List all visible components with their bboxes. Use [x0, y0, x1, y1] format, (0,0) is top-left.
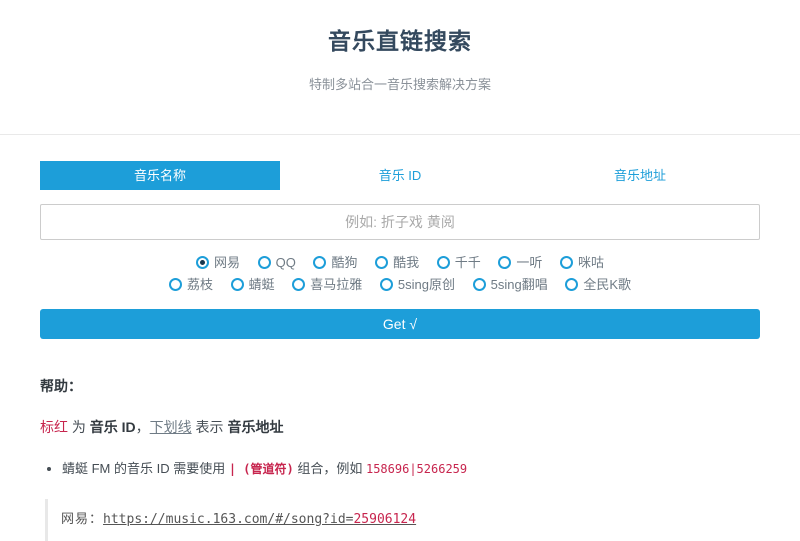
site-label: 网易：: [61, 511, 103, 526]
example-url[interactable]: https://music.163.com/#/song?id=25906124: [103, 512, 416, 527]
radio-label: 千千: [455, 255, 481, 270]
source-radio-kuwo[interactable]: 酷我: [375, 252, 419, 274]
source-radio-ximalaya[interactable]: 喜马拉雅: [292, 274, 362, 296]
radio-icon: [169, 278, 182, 291]
pipe-symbol-code: | (管道符): [229, 462, 294, 476]
legend-text: ，: [136, 419, 150, 435]
radio-icon: [473, 278, 486, 291]
radio-icon: [565, 278, 578, 291]
source-row-1: 网易 QQ 酷狗 酷我 千千 一听 咪咕: [40, 252, 760, 274]
help-section: 帮助： 标红 为 音乐 ID，下划线 表示 音乐地址 蜻蜓 FM 的音乐 ID …: [40, 376, 760, 541]
url-id: 25906124: [353, 512, 416, 527]
source-radio-lizhi[interactable]: 荔枝: [169, 274, 213, 296]
url-base: https://music.163.com/#/song?id=: [103, 512, 353, 527]
source-radio-netease[interactable]: 网易: [196, 252, 240, 274]
radio-icon: [380, 278, 393, 291]
source-radio-5sing-original[interactable]: 5sing原创: [380, 274, 455, 296]
tab-music-url[interactable]: 音乐地址: [520, 161, 760, 190]
example-row-netease: 网易：https://music.163.com/#/song?id=25906…: [61, 505, 760, 533]
header-divider: [0, 134, 800, 135]
radio-label: 一听: [516, 255, 542, 270]
legend-text: 为: [68, 419, 90, 435]
search-input[interactable]: [40, 204, 760, 240]
source-radio-kugou[interactable]: 酷狗: [313, 252, 357, 274]
get-button[interactable]: Get √: [40, 309, 760, 339]
source-row-2: 荔枝 蜻蜓 喜马拉雅 5sing原创 5sing翻唱 全民K歌: [40, 274, 760, 296]
example-id-code: 158696|5266259: [366, 462, 467, 476]
source-radio-5sing-cover[interactable]: 5sing翻唱: [473, 274, 548, 296]
tab-music-name[interactable]: 音乐名称: [40, 161, 280, 190]
radio-icon: [258, 256, 271, 269]
legend-music-url: 音乐地址: [227, 419, 283, 435]
help-heading: 帮助：: [40, 376, 760, 396]
note-text: 蜻蜓 FM 的音乐 ID 需要使用: [62, 461, 229, 476]
radio-icon: [292, 278, 305, 291]
legend-underline-term: 下划线: [150, 419, 192, 435]
tab-bar: 音乐名称 音乐 ID 音乐地址: [40, 161, 760, 190]
radio-label: 咪咕: [578, 255, 604, 270]
legend-music-id: 音乐 ID: [90, 419, 136, 435]
source-radio-qq[interactable]: QQ: [258, 252, 296, 274]
radio-label: 全民K歌: [583, 277, 631, 292]
radio-icon: [375, 256, 388, 269]
radio-label: 5sing原创: [398, 277, 455, 292]
source-radio-migu[interactable]: 咪咕: [560, 252, 604, 274]
radio-icon: [498, 256, 511, 269]
help-notes: 蜻蜓 FM 的音乐 ID 需要使用 | (管道符) 组合，例如 158696|5…: [40, 459, 760, 479]
main-content: 音乐名称 音乐 ID 音乐地址 网易 QQ 酷狗 酷我 千千 一听 咪咕 荔枝 …: [40, 161, 760, 541]
source-radio-qingting[interactable]: 蜻蜓: [231, 274, 275, 296]
radio-label: 酷我: [393, 255, 419, 270]
radio-label: 蜻蜓: [249, 277, 275, 292]
legend-red-term: 标红: [40, 419, 68, 435]
legend-text: 表示: [192, 419, 228, 435]
radio-label: 5sing翻唱: [491, 277, 548, 292]
source-radio-qianqian[interactable]: 千千: [437, 252, 481, 274]
page-subtitle: 特制多站合一音乐搜索解决方案: [0, 74, 800, 93]
note-text: 组合，例如: [294, 461, 366, 476]
radio-selected-icon: [196, 256, 209, 269]
tab-music-id[interactable]: 音乐 ID: [280, 161, 520, 190]
page-title: 音乐直链搜索: [0, 22, 800, 56]
help-legend: 标红 为 音乐 ID，下划线 表示 音乐地址: [40, 417, 760, 437]
radio-icon: [560, 256, 573, 269]
radio-icon: [437, 256, 450, 269]
help-note-qingting: 蜻蜓 FM 的音乐 ID 需要使用 | (管道符) 组合，例如 158696|5…: [62, 459, 760, 479]
source-radio-yiting[interactable]: 一听: [498, 252, 542, 274]
source-picker: 网易 QQ 酷狗 酷我 千千 一听 咪咕 荔枝 蜻蜓 喜马拉雅 5sing原创 …: [40, 252, 760, 296]
source-radio-quanmin-k[interactable]: 全民K歌: [565, 274, 631, 296]
radio-label: 喜马拉雅: [310, 277, 362, 292]
radio-label: 酷狗: [331, 255, 357, 270]
example-row-qq: QQ：https://y.qq.com/n/yqq/song/002B2EAA3…: [61, 533, 760, 541]
radio-icon: [231, 278, 244, 291]
example-url-list: 网易：https://music.163.com/#/song?id=25906…: [45, 499, 760, 541]
radio-label: QQ: [276, 255, 296, 270]
radio-label: 荔枝: [187, 277, 213, 292]
radio-icon: [313, 256, 326, 269]
radio-label: 网易: [214, 255, 240, 270]
